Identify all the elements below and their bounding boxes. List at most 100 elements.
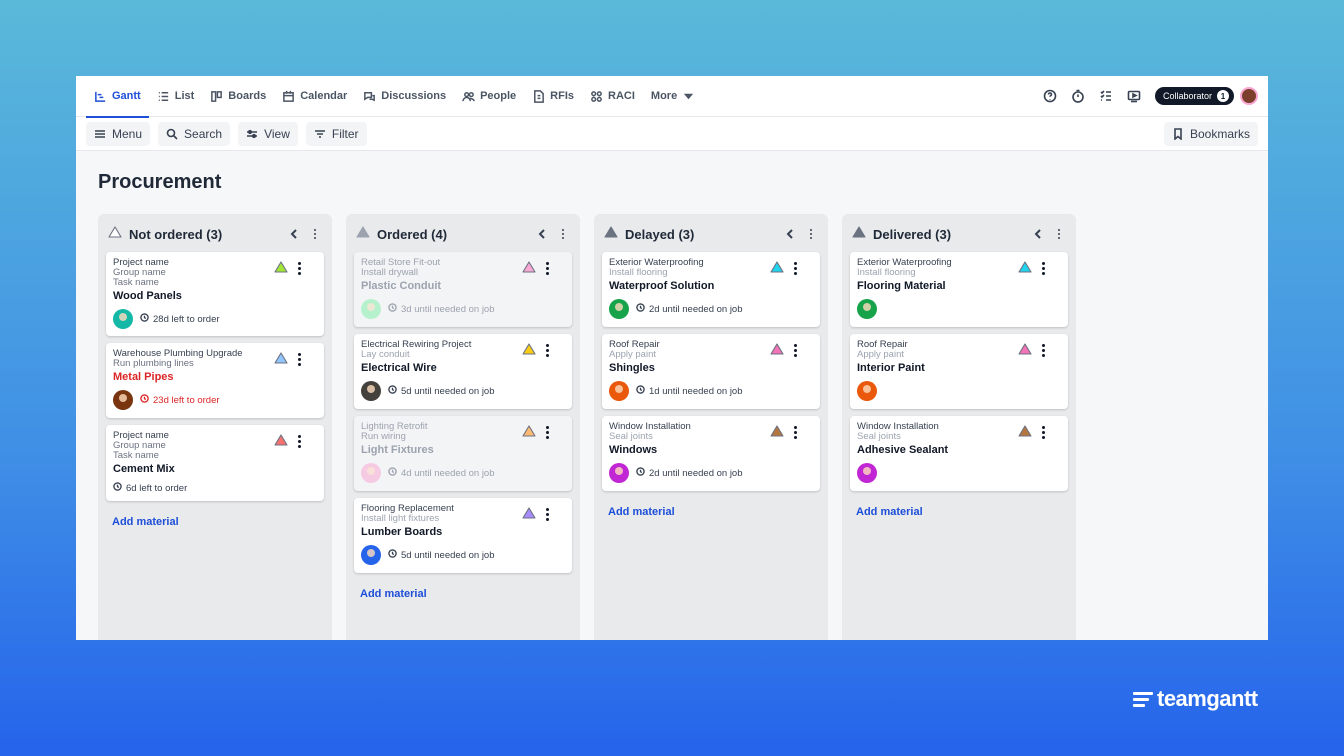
card-menu-icon[interactable] <box>544 344 550 357</box>
card-due: 2d until needed on job <box>636 303 743 315</box>
brand-mark-icon <box>1133 691 1153 707</box>
nav-right: Collaborator 1 <box>1043 87 1258 105</box>
card-meta-row <box>857 381 1061 401</box>
column-header: Ordered (4) <box>354 222 572 246</box>
toolbar: Menu Search View Filter Bookmarks <box>76 117 1268 151</box>
material-card[interactable]: Flooring Replacement Install light fixtur… <box>354 498 572 573</box>
collapse-chevron-icon[interactable] <box>288 228 300 240</box>
board-column: Delayed (3) Exterior Waterproofing Install… <box>594 214 828 640</box>
add-material-link[interactable]: Add material <box>602 498 820 526</box>
tab-boards[interactable]: Boards <box>202 76 274 117</box>
collapse-chevron-icon[interactable] <box>1032 228 1044 240</box>
search-button[interactable]: Search <box>158 121 231 146</box>
tab-people[interactable]: People <box>454 76 524 117</box>
collaborator-badge[interactable]: Collaborator 1 <box>1154 87 1234 105</box>
assignee-avatar[interactable] <box>361 381 381 401</box>
assignee-avatar[interactable] <box>361 299 381 319</box>
card-meta-row <box>857 463 1061 483</box>
raci-icon <box>591 90 602 102</box>
card-material: Light Fixtures <box>361 444 434 456</box>
card-due-text: 3d until needed on job <box>401 303 495 315</box>
material-card[interactable]: Exterior Waterproofing Install flooring Wa… <box>602 252 820 327</box>
view-button[interactable]: View <box>238 121 298 146</box>
card-menu-icon[interactable] <box>544 426 550 439</box>
assignee-avatar[interactable] <box>361 545 381 565</box>
checklist-icon[interactable] <box>1099 89 1113 103</box>
assignee-avatar[interactable] <box>609 463 629 483</box>
material-card[interactable]: Project name Group name Task name Cement Mi… <box>106 425 324 501</box>
card-due-text: 2d until needed on job <box>649 303 743 315</box>
assignee-avatar[interactable] <box>609 381 629 401</box>
card-menu-icon[interactable] <box>296 262 302 275</box>
tab-calendar[interactable]: Calendar <box>274 76 355 117</box>
column-menu-icon[interactable] <box>1056 229 1062 239</box>
material-card[interactable]: Lighting Retrofit Run wiring Light Fixture… <box>354 416 572 491</box>
card-menu-icon[interactable] <box>792 262 798 275</box>
assignee-avatar[interactable] <box>361 463 381 483</box>
assignee-avatar[interactable] <box>857 299 877 319</box>
tab-list[interactable]: List <box>149 76 203 117</box>
material-card[interactable]: Roof Repair Apply paint Shingles 1d until n… <box>602 334 820 409</box>
material-card[interactable]: Retail Store Fit-out Install drywall Plast… <box>354 252 572 327</box>
material-card[interactable]: Exterior Waterproofing Install flooring Fl… <box>850 252 1068 327</box>
card-due: 1d until needed on job <box>636 385 743 397</box>
user-avatar[interactable] <box>1240 87 1258 105</box>
card-due: 5d until needed on job <box>388 385 495 397</box>
card-menu-icon[interactable] <box>1040 426 1046 439</box>
tab-gantt[interactable]: Gantt <box>86 76 149 118</box>
board-column: Ordered (4) Retail Store Fit-out Install d… <box>346 214 580 640</box>
video-icon[interactable] <box>1127 89 1141 103</box>
discussions-icon <box>364 91 376 101</box>
top-nav: Gantt List Boards Calendar Discussions P… <box>76 76 1268 118</box>
column-menu-icon[interactable] <box>808 229 814 239</box>
material-card[interactable]: Window Installation Seal joints Adhesive S… <box>850 416 1068 491</box>
material-card[interactable]: Roof Repair Apply paint Interior Paint <box>850 334 1068 409</box>
card-material: Waterproof Solution <box>609 280 715 292</box>
collapse-chevron-icon[interactable] <box>784 228 796 240</box>
help-icon[interactable] <box>1043 89 1057 103</box>
column-menu-icon[interactable] <box>560 229 566 239</box>
card-menu-icon[interactable] <box>1040 262 1046 275</box>
card-menu-icon[interactable] <box>792 344 798 357</box>
column-header: Delivered (3) <box>850 222 1068 246</box>
bookmarks-button[interactable]: Bookmarks <box>1163 121 1258 146</box>
tab-discussions[interactable]: Discussions <box>355 76 454 117</box>
material-card[interactable]: Warehouse Plumbing Upgrade Run plumbing l… <box>106 343 324 418</box>
card-menu-icon[interactable] <box>1040 344 1046 357</box>
card-menu-icon[interactable] <box>544 262 550 275</box>
view-label: View <box>264 126 290 141</box>
clock-icon <box>636 385 645 397</box>
card-material: Windows <box>609 444 658 456</box>
material-card[interactable]: Electrical Rewiring Project Lay conduit El… <box>354 334 572 409</box>
assignee-avatar[interactable] <box>113 390 133 410</box>
add-material-link[interactable]: Add material <box>106 508 324 536</box>
tab-raci[interactable]: RACI <box>582 76 643 117</box>
card-material: Lumber Boards <box>361 526 443 538</box>
filter-button[interactable]: Filter <box>305 121 367 146</box>
status-triangle-icon <box>108 225 129 243</box>
add-material-link[interactable]: Add material <box>850 498 1068 526</box>
assignee-avatar[interactable] <box>113 309 133 329</box>
timer-icon[interactable] <box>1071 89 1085 103</box>
assignee-avatar[interactable] <box>857 381 877 401</box>
card-meta-row <box>857 299 1061 319</box>
assignee-avatar[interactable] <box>609 299 629 319</box>
card-due-text: 5d until needed on job <box>401 549 495 561</box>
card-menu-icon[interactable] <box>296 435 302 448</box>
collapse-chevron-icon[interactable] <box>536 228 548 240</box>
card-menu-icon[interactable] <box>792 426 798 439</box>
card-menu-icon[interactable] <box>296 353 302 366</box>
add-material-link[interactable]: Add material <box>354 580 572 608</box>
tab-rfis[interactable]: RFIs <box>524 76 582 117</box>
app-window: Gantt List Boards Calendar Discussions P… <box>76 76 1268 640</box>
card-menu-icon[interactable] <box>544 508 550 521</box>
column-menu-icon[interactable] <box>312 229 318 239</box>
tab-more[interactable]: More <box>643 76 703 117</box>
assignee-avatar[interactable] <box>857 463 877 483</box>
clock-icon <box>113 482 122 494</box>
card-due-text: 1d until needed on job <box>649 385 743 397</box>
collaborator-count: 1 <box>1217 90 1229 102</box>
material-card[interactable]: Window Installation Seal joints Windows 2d … <box>602 416 820 491</box>
material-card[interactable]: Project name Group name Task name Wood Pane… <box>106 252 324 336</box>
menu-button[interactable]: Menu <box>86 121 151 146</box>
